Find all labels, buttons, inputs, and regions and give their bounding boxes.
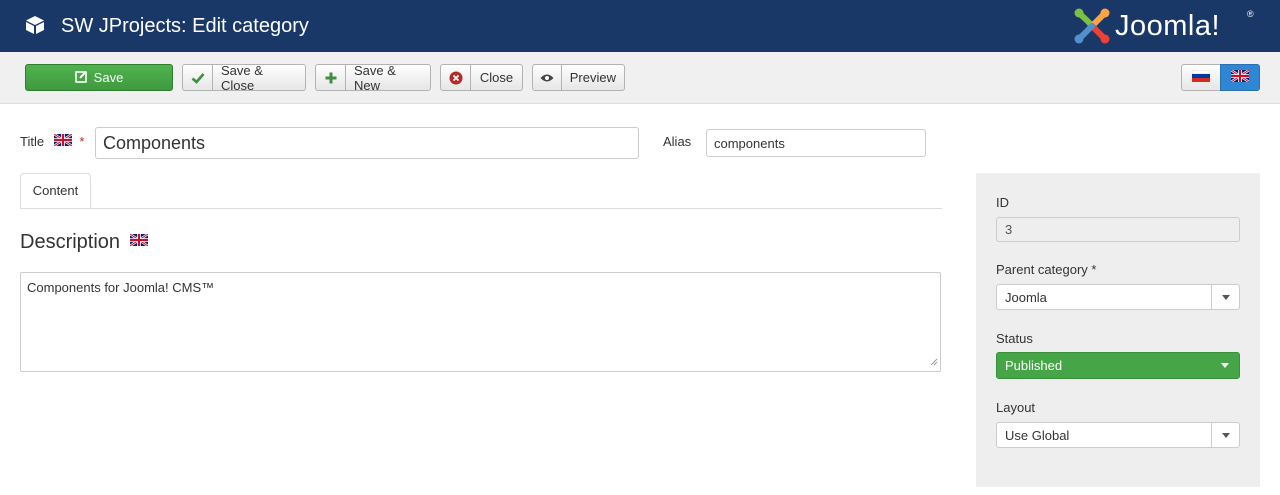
chevron-down-icon: [1211, 423, 1239, 447]
title-label-group: Title *: [20, 133, 85, 149]
id-label: ID: [996, 195, 1009, 210]
status-value: Published: [1005, 358, 1063, 373]
status-select[interactable]: Published: [996, 352, 1240, 379]
tab-divider: [20, 208, 942, 209]
title-input[interactable]: Components: [95, 127, 639, 159]
parent-category-value: Joomla: [1005, 289, 1047, 305]
description-text: Components for Joomla! CMS™: [27, 280, 215, 295]
russian-flag-icon: [1191, 69, 1211, 85]
eye-icon: [533, 65, 562, 90]
layout-label: Layout: [996, 400, 1036, 415]
joomla-logo-icon: [1074, 8, 1110, 44]
edit-icon: [74, 70, 88, 86]
check-icon: [183, 65, 213, 90]
joomla-wordmark: Joomla!: [1115, 10, 1221, 42]
header-bar: SW JProjects: Edit category Joomla! ®: [0, 0, 1280, 52]
description-textarea[interactable]: Components for Joomla! CMS™: [20, 272, 941, 372]
title-label: Title: [20, 134, 45, 149]
sidebar-panel: ID 3 Parent category * Joomla Status Pub…: [976, 173, 1260, 487]
alias-label: Alias: [663, 134, 692, 149]
close-button[interactable]: Close: [440, 64, 523, 91]
alias-input[interactable]: components: [706, 129, 926, 157]
preview-label: Preview: [569, 70, 616, 85]
uk-flag-icon: [1230, 69, 1250, 85]
parent-category-label: Parent category *: [996, 262, 1097, 277]
id-field: 3: [996, 217, 1240, 242]
save-button[interactable]: Save: [25, 64, 173, 91]
joomla-logo: Joomla! ®: [1073, 7, 1259, 47]
uk-flag-icon: [128, 229, 149, 247]
layout-select[interactable]: Use Global: [996, 422, 1240, 448]
description-heading: Description: [20, 231, 121, 253]
preview-button[interactable]: Preview: [532, 64, 625, 91]
chevron-down-icon: [1211, 285, 1239, 309]
status-label: Status: [996, 331, 1033, 346]
language-ru-button[interactable]: [1181, 64, 1221, 91]
layout-value: Use Global: [1005, 427, 1070, 443]
save-label: Save: [93, 70, 124, 85]
parent-category-select[interactable]: Joomla: [996, 284, 1240, 310]
page-title: SW JProjects: Edit category: [61, 15, 309, 37]
close-label: Close: [479, 70, 514, 85]
toolbar: Save Save & Close Save & New Close Previ…: [0, 52, 1280, 104]
description-heading-group: Description: [20, 229, 149, 254]
save-close-label: Save & Close: [221, 62, 263, 93]
save-close-button[interactable]: Save & Close: [182, 62, 306, 93]
tab-content[interactable]: Content: [20, 173, 91, 209]
save-new-label: Save & New: [354, 62, 396, 93]
language-en-button[interactable]: [1220, 64, 1260, 91]
plus-icon: [316, 65, 346, 90]
close-circle-icon: [441, 65, 471, 90]
registered-mark: ®: [1247, 9, 1254, 19]
uk-flag-icon: [53, 133, 73, 147]
save-new-button[interactable]: Save & New: [315, 62, 431, 93]
resize-grip-icon[interactable]: [930, 354, 938, 369]
required-mark: *: [79, 134, 85, 149]
chevron-down-icon: [1211, 353, 1239, 377]
cube-icon: [24, 14, 46, 36]
